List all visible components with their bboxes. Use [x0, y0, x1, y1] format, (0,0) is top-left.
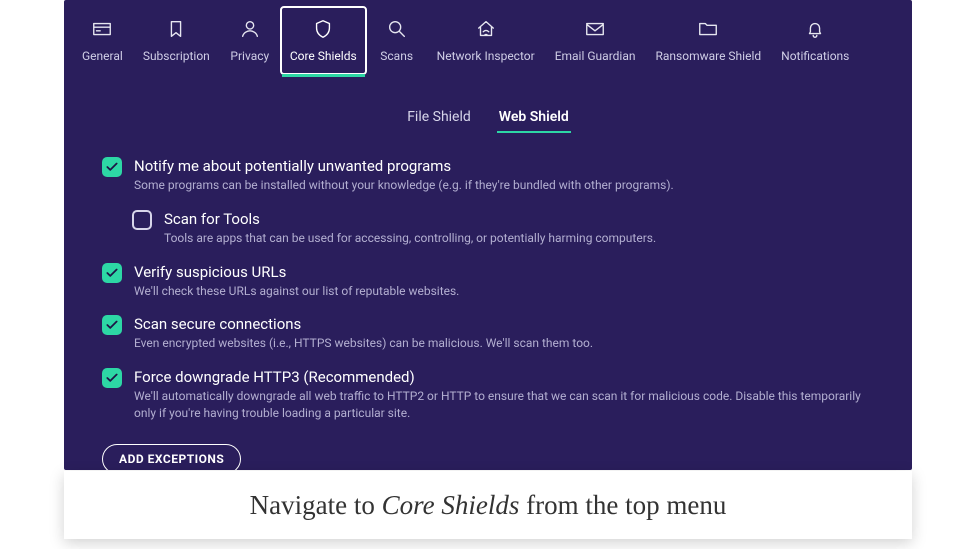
setting-title: Scan secure connections: [134, 315, 593, 333]
nav-item-network[interactable]: Network Inspector: [427, 6, 545, 75]
card-icon: [91, 18, 113, 43]
nav-label: Ransomware Shield: [655, 49, 761, 63]
nav-item-email[interactable]: Email Guardian: [545, 6, 646, 75]
nav-label: Network Inspector: [437, 49, 535, 63]
nav-item-general[interactable]: General: [72, 6, 133, 75]
setting-text: Scan for Tools Tools are apps that can be…: [164, 210, 656, 247]
home-wifi-icon: [475, 18, 497, 43]
nav-label: Notifications: [781, 49, 849, 63]
settings-list: Notify me about potentially unwanted pro…: [102, 157, 874, 422]
setting-description: Even encrypted websites (i.e., HTTPS web…: [134, 335, 593, 352]
nav-item-notifications[interactable]: Notifications: [771, 6, 859, 75]
checkbox-force-downgrade[interactable]: [102, 368, 122, 388]
checkbox-notify-pup[interactable]: [102, 157, 122, 177]
setting-description: We'll check these URLs against our list …: [134, 283, 459, 300]
caption-suffix: from the top menu: [519, 490, 726, 520]
subtab-file-shield[interactable]: File Shield: [407, 109, 471, 133]
subtab-web-shield[interactable]: Web Shield: [499, 109, 569, 133]
setting-title: Notify me about potentially unwanted pro…: [134, 157, 674, 175]
instruction-caption: Navigate to Core Shields from the top me…: [64, 471, 912, 539]
magnify-icon: [386, 18, 408, 43]
nav-item-privacy[interactable]: Privacy: [220, 6, 280, 75]
caption-emphasis: Core Shields: [382, 490, 520, 520]
setting-title: Force downgrade HTTP3 (Recommended): [134, 368, 874, 386]
setting-description: We'll automatically downgrade all web tr…: [134, 388, 874, 422]
setting-notify-pup: Notify me about potentially unwanted pro…: [102, 157, 874, 194]
nav-label: Core Shields: [290, 49, 357, 63]
checkbox-scan-tools[interactable]: [132, 210, 152, 230]
nav-item-subscription[interactable]: Subscription: [133, 6, 220, 75]
setting-title: Verify suspicious URLs: [134, 263, 459, 281]
shield-icon: [312, 18, 334, 43]
nav-label: Privacy: [230, 49, 269, 63]
nav-label: Subscription: [143, 49, 210, 63]
user-icon: [239, 18, 261, 43]
setting-text: Force downgrade HTTP3 (Recommended) We'll…: [134, 368, 874, 422]
setting-text: Verify suspicious URLs We'll check these …: [134, 263, 459, 300]
checkbox-verify-urls[interactable]: [102, 263, 122, 283]
setting-scan-tools: Scan for Tools Tools are apps that can be…: [132, 210, 874, 247]
subtabs: File Shield Web Shield: [102, 109, 874, 133]
nav-label: Scans: [380, 49, 413, 63]
app-window: General Subscription Privacy Core Shields Sc…: [64, 0, 912, 470]
bell-icon: [804, 18, 826, 43]
nav-item-core-shields[interactable]: Core Shields: [280, 6, 367, 75]
setting-force-downgrade: Force downgrade HTTP3 (Recommended) We'll…: [102, 368, 874, 422]
caption-prefix: Navigate to: [250, 490, 382, 520]
setting-text: Notify me about potentially unwanted pro…: [134, 157, 674, 194]
top-nav: General Subscription Privacy Core Shields Sc…: [64, 0, 912, 75]
nav-label: General: [82, 49, 123, 63]
setting-verify-urls: Verify suspicious URLs We'll check these …: [102, 263, 874, 300]
main-panel: File Shield Web Shield Notify me about po…: [64, 75, 912, 470]
setting-description: Tools are apps that can be used for acce…: [164, 230, 656, 247]
bookmark-icon: [165, 18, 187, 43]
checkbox-scan-secure[interactable]: [102, 315, 122, 335]
add-exceptions-button[interactable]: ADD EXCEPTIONS: [102, 444, 241, 470]
setting-title: Scan for Tools: [164, 210, 656, 228]
nav-label: Email Guardian: [555, 49, 636, 63]
setting-text: Scan secure connections Even encrypted we…: [134, 315, 593, 352]
folder-icon: [697, 18, 719, 43]
setting-description: Some programs can be installed without y…: [134, 177, 674, 194]
setting-scan-secure: Scan secure connections Even encrypted we…: [102, 315, 874, 352]
envelope-icon: [584, 18, 606, 43]
nav-item-scans[interactable]: Scans: [367, 6, 427, 75]
nav-item-ransomware[interactable]: Ransomware Shield: [645, 6, 771, 75]
